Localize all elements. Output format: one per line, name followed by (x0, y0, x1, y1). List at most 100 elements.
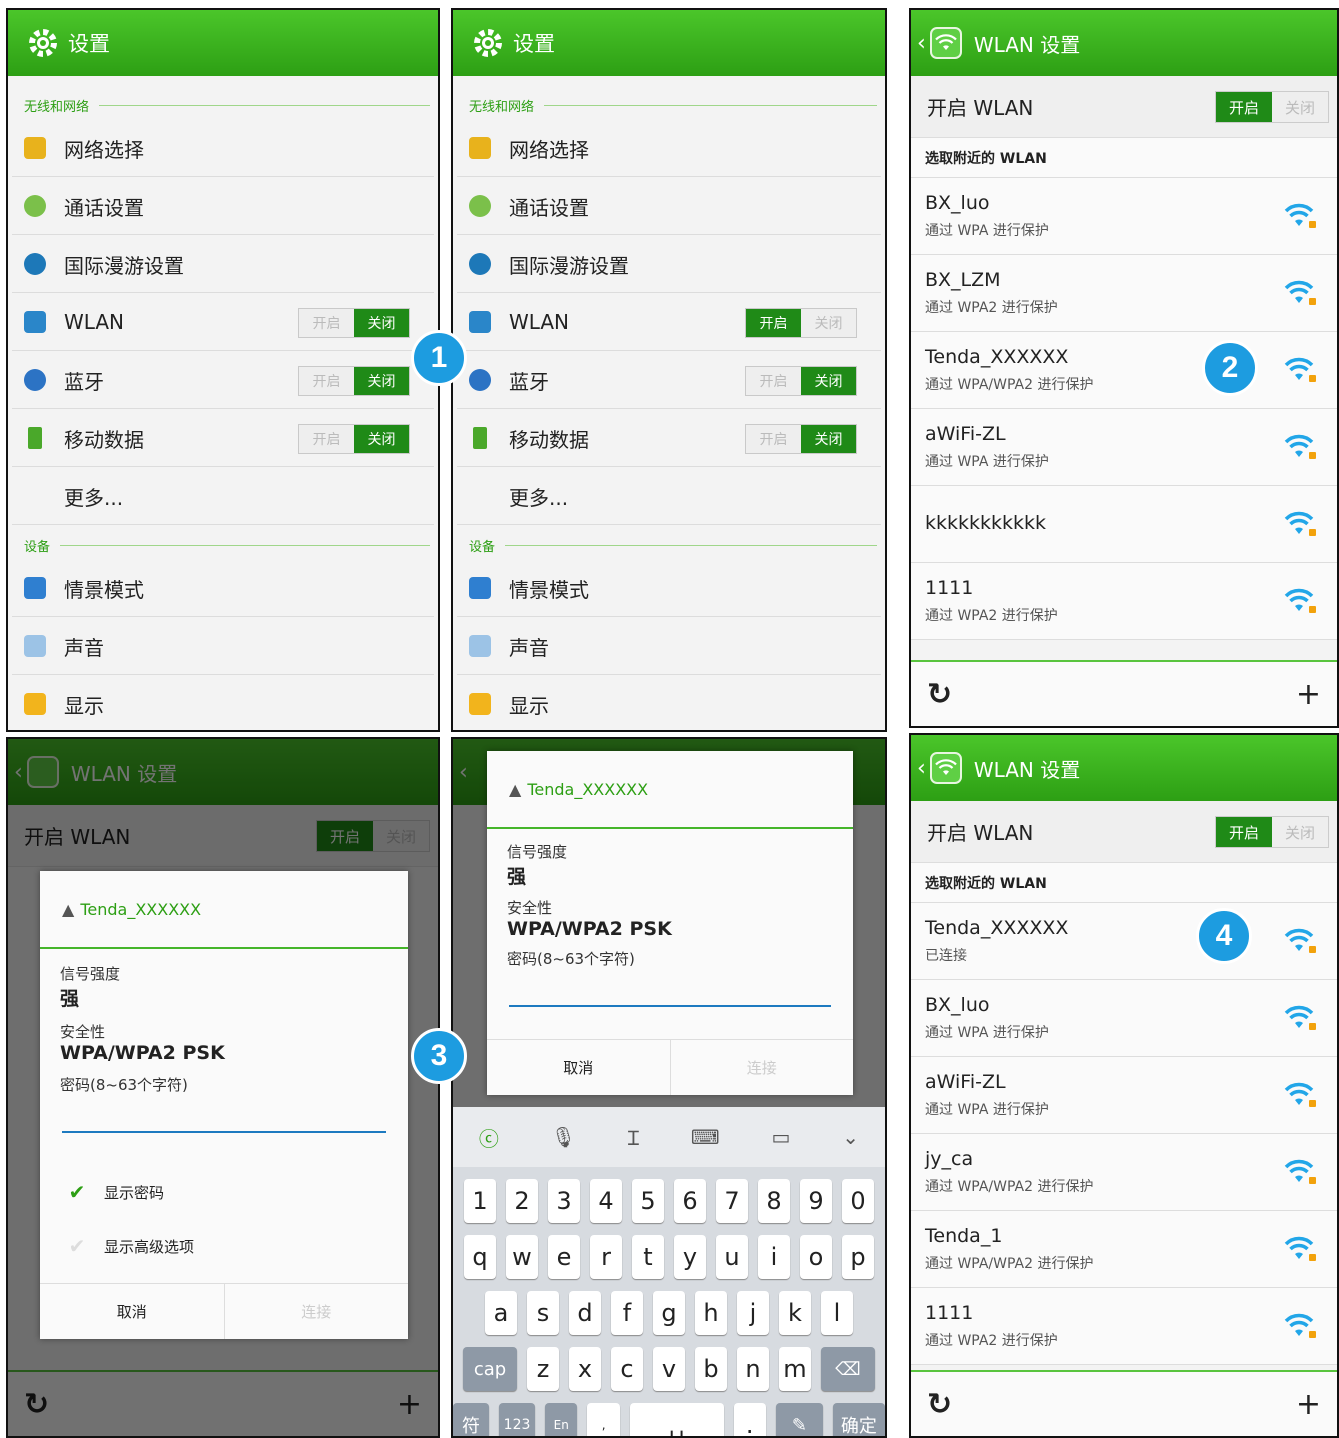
show-password-checkbox[interactable]: ✔ 显示密码 (40, 1177, 408, 1207)
key-a[interactable]: a (485, 1291, 517, 1335)
settings-item-network-select[interactable]: 网络选择 (12, 120, 434, 177)
key-f[interactable]: f (611, 1291, 643, 1335)
network-item[interactable]: kkkkkkkkkkk (911, 486, 1337, 563)
settings-item-display[interactable]: 显示 (12, 676, 434, 730)
wlan-toggle[interactable]: 开启关闭 (745, 308, 857, 338)
key-b[interactable]: b (695, 1347, 727, 1391)
toggle-on-option[interactable]: 开启 (746, 309, 801, 337)
language-key[interactable]: En (545, 1403, 578, 1436)
key-k[interactable]: k (779, 1291, 811, 1335)
edit-key[interactable]: ✎ (775, 1403, 823, 1436)
toggle-on-option[interactable]: 开启 (1216, 817, 1272, 847)
done-key[interactable]: 确定 (832, 1403, 885, 1436)
network-item[interactable]: 1111 通过 WPA2 进行保护 (911, 563, 1337, 640)
network-item[interactable]: aWiFi-ZL 通过 WPA 进行保护 (911, 409, 1337, 486)
toggle-on-option[interactable]: 开启 (299, 367, 354, 395)
toggle-off-option[interactable]: 关闭 (354, 367, 409, 395)
key-p[interactable]: p (842, 1235, 874, 1279)
network-item[interactable]: aWiFi-ZL 通过 WPA 进行保护 (911, 1057, 1337, 1134)
settings-item-profile[interactable]: 情景模式 (457, 560, 881, 617)
cap-key[interactable]: cap (463, 1347, 517, 1391)
key-0[interactable]: 0 (842, 1179, 874, 1223)
password-input[interactable] (62, 1113, 386, 1133)
key-d[interactable]: d (569, 1291, 601, 1335)
add-icon[interactable]: + (1296, 1387, 1321, 1422)
toggle-on-option[interactable]: 开启 (1216, 92, 1272, 122)
toggle-on-option[interactable]: 开启 (299, 309, 354, 337)
period-key[interactable]: . (733, 1403, 766, 1436)
space-key[interactable]: ␣ (629, 1403, 724, 1436)
key-l[interactable]: l (821, 1291, 853, 1335)
settings-item-roaming[interactable]: 国际漫游设置 (457, 236, 881, 293)
settings-item-bluetooth[interactable]: 蓝牙 开启 关闭 (12, 352, 434, 409)
password-input[interactable] (509, 987, 831, 1007)
settings-item-network-select[interactable]: 网络选择 (457, 120, 881, 177)
add-icon[interactable]: + (1296, 677, 1321, 712)
number-key[interactable]: 123 (499, 1403, 536, 1436)
key-q[interactable]: q (464, 1235, 496, 1279)
wlan-toggle[interactable]: 开启关闭 (1215, 91, 1329, 123)
settings-item-more[interactable]: 更多... (457, 468, 881, 525)
key-c[interactable]: c (611, 1347, 643, 1391)
bluetooth-toggle[interactable]: 开启 关闭 (745, 366, 857, 396)
key-x[interactable]: x (569, 1347, 601, 1391)
network-item[interactable]: 1111 通过 WPA2 进行保护 (911, 1288, 1337, 1365)
settings-item-wlan[interactable]: WLAN 开启 关闭 (12, 294, 434, 351)
settings-item-wlan[interactable]: WLAN 开启 关闭 (457, 294, 881, 351)
key-r[interactable]: r (590, 1235, 622, 1279)
network-item[interactable]: jy_ca 通过 WPA/WPA2 进行保护 (911, 1134, 1337, 1211)
key-8[interactable]: 8 (758, 1179, 790, 1223)
key-9[interactable]: 9 (800, 1179, 832, 1223)
settings-item-roaming[interactable]: 国际漫游设置 (12, 236, 434, 293)
settings-item-sound[interactable]: 声音 (12, 618, 434, 675)
key-y[interactable]: y (674, 1235, 706, 1279)
symbol-key[interactable]: 符 (453, 1403, 490, 1436)
key-h[interactable]: h (695, 1291, 727, 1335)
key-t[interactable]: t (632, 1235, 664, 1279)
settings-item-sound[interactable]: 声音 (457, 618, 881, 675)
toggle-off-option[interactable]: 关闭 (1272, 92, 1328, 122)
network-item[interactable]: BX_LZM 通过 WPA2 进行保护 (911, 255, 1337, 332)
key-m[interactable]: m (779, 1347, 811, 1391)
settings-item-mobile-data[interactable]: 移动数据 开启 关闭 (12, 410, 434, 467)
toggle-off-option[interactable]: 关闭 (354, 309, 409, 337)
settings-item-more[interactable]: 更多... (12, 468, 434, 525)
show-advanced-checkbox[interactable]: ✔ 显示高级选项 (40, 1231, 408, 1261)
key-z[interactable]: z (527, 1347, 559, 1391)
key-e[interactable]: e (548, 1235, 580, 1279)
microphone-icon[interactable]: 🎙 (551, 1125, 576, 1149)
key-4[interactable]: 4 (590, 1179, 622, 1223)
key-2[interactable]: 2 (506, 1179, 538, 1223)
cancel-button[interactable]: 取消 (487, 1040, 670, 1095)
settings-item-profile[interactable]: 情景模式 (12, 560, 434, 617)
cursor-icon[interactable]: Ɪ (628, 1124, 639, 1151)
key-o[interactable]: o (800, 1235, 832, 1279)
key-1[interactable]: 1 (464, 1179, 496, 1223)
key-w[interactable]: w (506, 1235, 538, 1279)
wlan-toggle[interactable]: 开启关闭 (298, 308, 410, 338)
connect-button[interactable]: 连接 (669, 1040, 854, 1095)
settings-item-call[interactable]: 通话设置 (12, 178, 434, 235)
back-icon[interactable]: ‹ (917, 756, 926, 781)
toggle-off-option[interactable]: 关闭 (354, 425, 409, 453)
backspace-key[interactable]: ⌫ (821, 1347, 875, 1391)
toggle-off-option[interactable]: 关闭 (1272, 817, 1328, 847)
settings-item-call[interactable]: 通话设置 (457, 178, 881, 235)
refresh-icon[interactable]: ↻ (927, 677, 952, 712)
network-item[interactable]: Tenda_XXXXXX 已连接 (911, 903, 1337, 980)
wlan-toggle[interactable]: 开启关闭 (1215, 816, 1329, 848)
toggle-off-option[interactable]: 关闭 (801, 425, 856, 453)
toggle-on-option[interactable]: 开启 (299, 425, 354, 453)
key-7[interactable]: 7 (716, 1179, 748, 1223)
connect-button[interactable]: 连接 (223, 1284, 409, 1339)
key-j[interactable]: j (737, 1291, 769, 1335)
key-5[interactable]: 5 (632, 1179, 664, 1223)
refresh-icon[interactable]: ↻ (927, 1387, 952, 1422)
settings-item-display[interactable]: 显示 (457, 676, 881, 730)
mobile-data-toggle[interactable]: 开启 关闭 (298, 424, 410, 454)
cancel-button[interactable]: 取消 (40, 1284, 224, 1339)
settings-item-mobile-data[interactable]: 移动数据 开启 关闭 (457, 410, 881, 467)
keyboard-icon[interactable]: ⌨ (691, 1125, 720, 1149)
key-n[interactable]: n (737, 1347, 769, 1391)
clipboard-icon[interactable]: ▭ (772, 1125, 791, 1149)
